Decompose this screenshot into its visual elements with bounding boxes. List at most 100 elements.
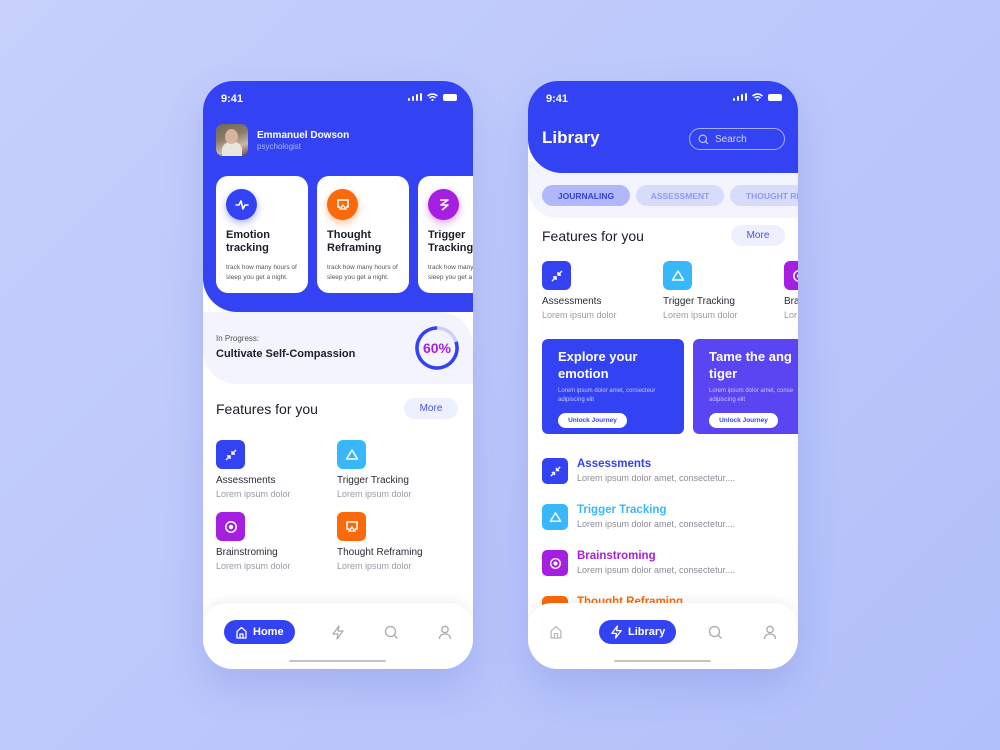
signal-icon xyxy=(732,93,747,101)
search-placeholder: Search xyxy=(715,133,747,145)
feature-title: Brainstroming xyxy=(216,547,278,558)
unlock-journey-button[interactable]: Unlock Journey xyxy=(558,413,627,428)
list-item-title: Assessments xyxy=(577,458,652,470)
list-item[interactable]: Trigger Tracking Lorem ipsum dolor amet,… xyxy=(542,504,735,550)
chip-journaling[interactable]: JOURNALING xyxy=(542,185,630,206)
signal-icon xyxy=(407,93,422,101)
target-icon xyxy=(542,550,568,576)
feature-assessments[interactable]: Assessments Lorem ipsum dolor xyxy=(542,261,663,320)
nav-home[interactable]: Home xyxy=(224,620,295,644)
feature-card-description: track how many hours of sleep you get a … xyxy=(428,264,473,281)
search-input[interactable]: Search xyxy=(689,128,785,150)
nav-profile[interactable] xyxy=(761,623,779,641)
more-button[interactable]: More xyxy=(731,225,785,246)
list-item-subtitle: Lorem ipsum dolor amet, consectetur.... xyxy=(577,519,736,529)
progress-percent: 60% xyxy=(422,340,452,356)
pulse-icon xyxy=(226,189,257,220)
feature-title: Assessments xyxy=(216,475,276,486)
journey-title: Tame the ang tiger xyxy=(709,349,792,381)
nav-library[interactable] xyxy=(329,623,347,641)
page-title: Library xyxy=(542,128,600,147)
status-bar: 9:41 xyxy=(528,81,798,117)
status-time: 9:41 xyxy=(221,93,244,105)
search-icon xyxy=(384,625,398,639)
feature-subtitle: Lorem ipsum dolor xyxy=(216,489,291,499)
nav-search[interactable] xyxy=(706,623,724,641)
screen-icon xyxy=(327,189,358,220)
unlock-journey-button[interactable]: Unlock Journey xyxy=(709,413,778,428)
feature-card-trigger-tracking[interactable]: Trigger Tracking track how many hours of… xyxy=(418,176,473,293)
triangle-icon xyxy=(542,504,568,530)
compress-arrows-icon xyxy=(542,458,568,484)
feature-brainstroming[interactable]: Bra Lor xyxy=(784,261,798,320)
profile-role: psychologist xyxy=(257,141,302,151)
status-bar: 9:41 xyxy=(203,81,473,117)
zigzag-icon xyxy=(428,189,459,220)
features-grid: Assessments Lorem ipsum dolor Trigger Tr… xyxy=(216,440,458,571)
library-screen-phone: Library Search 9:41 JOURNALING ASSESSMEN… xyxy=(528,81,798,669)
feature-card-title: Trigger Tracking xyxy=(428,229,473,254)
features-heading: Features for you xyxy=(542,228,644,244)
feature-title: Bra xyxy=(784,296,798,307)
list-item-title: Brainstroming xyxy=(577,550,656,562)
chip-thought-reframing[interactable]: THOUGHT RE xyxy=(730,185,798,206)
wifi-icon xyxy=(752,93,763,101)
progress-title: Cultivate Self-Compassion xyxy=(216,348,356,360)
feature-subtitle: Lorem ipsum dolor xyxy=(663,310,738,320)
feature-thought-reframing[interactable]: Thought Reframing Lorem ipsum dolor xyxy=(337,512,458,571)
list-item-subtitle: Lorem ipsum dolor amet, consectetur.... xyxy=(577,473,736,483)
screen-icon xyxy=(337,512,366,541)
user-icon xyxy=(763,625,777,639)
nav-library[interactable]: Library xyxy=(599,620,677,644)
list-item[interactable]: Assessments Lorem ipsum dolor amet, cons… xyxy=(542,458,735,504)
compress-arrows-icon xyxy=(216,440,245,469)
nav-profile[interactable] xyxy=(436,623,454,641)
feature-subtitle: Lorem ipsum dolor xyxy=(542,310,617,320)
feature-brainstroming[interactable]: Brainstroming Lorem ipsum dolor xyxy=(216,512,337,571)
feature-card-description: track how many hours of sleep you get a … xyxy=(327,264,398,281)
feature-subtitle: Lorem ipsum dolor xyxy=(337,489,412,499)
triangle-icon xyxy=(663,261,692,290)
feature-trigger-tracking[interactable]: Trigger Tracking Lorem ipsum dolor xyxy=(663,261,784,320)
nav-search[interactable] xyxy=(382,623,400,641)
chip-assessment[interactable]: ASSESSMENT xyxy=(636,185,724,206)
feature-title: Trigger Tracking xyxy=(663,296,735,307)
category-chips: JOURNALING ASSESSMENT THOUGHT RE xyxy=(542,185,798,206)
feature-card-title: Emotion tracking xyxy=(226,229,270,254)
feature-card-thought-reframing[interactable]: Thought Reframing track how many hours o… xyxy=(317,176,409,293)
home-icon xyxy=(236,626,247,639)
journey-description: Lorem ipsum dolor amet, consecteur adipi… xyxy=(558,388,656,403)
feature-trigger-tracking[interactable]: Trigger Tracking Lorem ipsum dolor xyxy=(337,440,458,499)
lightning-icon xyxy=(611,625,622,639)
bottom-nav: Library xyxy=(528,603,798,669)
home-screen-phone: 9:41 Emmanuel Dowson psychologist Emotio… xyxy=(203,81,473,669)
progress-label: In Progress: xyxy=(216,334,260,343)
search-icon xyxy=(698,134,709,144)
feature-title: Assessments xyxy=(542,296,602,307)
profile[interactable]: Emmanuel Dowson psychologist xyxy=(216,124,349,156)
journey-card-explore-emotion[interactable]: Explore your emotion Lorem ipsum dolor a… xyxy=(542,339,684,434)
nav-home-label: Home xyxy=(253,626,284,638)
feature-card-description: track how many hours of sleep you get a … xyxy=(226,264,297,281)
list-item-title: Trigger Tracking xyxy=(577,504,667,516)
feature-card-emotion-tracking[interactable]: Emotion tracking track how many hours of… xyxy=(216,176,308,293)
journey-card-tame-anger[interactable]: Tame the ang tiger Lorem ipsum dolor ame… xyxy=(693,339,798,434)
features-row: Assessments Lorem ipsum dolor Trigger Tr… xyxy=(542,261,798,320)
feature-cards: Emotion tracking track how many hours of… xyxy=(216,176,473,293)
home-indicator xyxy=(289,660,386,662)
home-indicator xyxy=(614,660,711,662)
user-icon xyxy=(438,625,452,639)
battery-icon xyxy=(768,93,782,101)
feature-card-title: Thought Reframing xyxy=(327,229,382,254)
more-button[interactable]: More xyxy=(404,398,458,419)
list-item-subtitle: Lorem ipsum dolor amet, consectetur.... xyxy=(577,565,736,575)
feature-title: Trigger Tracking xyxy=(337,475,409,486)
feature-assessments[interactable]: Assessments Lorem ipsum dolor xyxy=(216,440,337,499)
avatar[interactable] xyxy=(216,124,248,156)
list-item[interactable]: Brainstroming Lorem ipsum dolor amet, co… xyxy=(542,550,735,596)
profile-name: Emmanuel Dowson xyxy=(257,129,350,141)
nav-home[interactable] xyxy=(547,623,565,641)
status-time: 9:41 xyxy=(546,93,569,105)
compress-arrows-icon xyxy=(542,261,571,290)
in-progress-card[interactable]: In Progress: Cultivate Self-Compassion 6… xyxy=(203,312,473,384)
